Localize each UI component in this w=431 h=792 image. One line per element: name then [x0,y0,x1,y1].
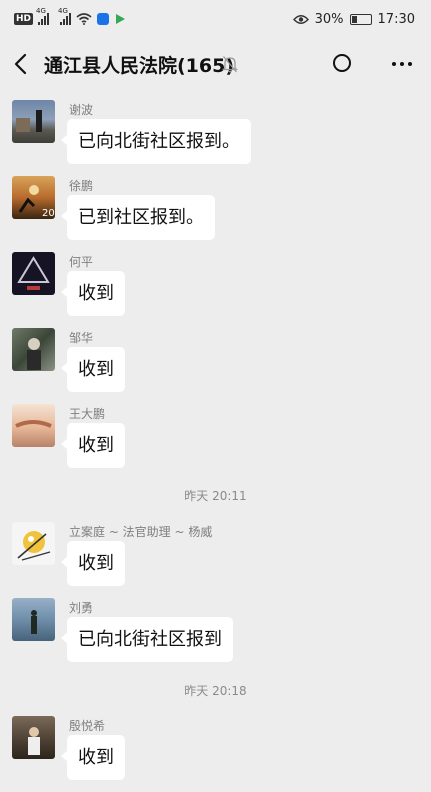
hd-badge: HD [14,13,34,25]
signal-icon: 4G [36,7,50,25]
message-bubble[interactable]: 已向北街社区报到。 [61,119,251,164]
message-bubble[interactable]: 收到 [61,541,125,586]
app-notification-icon [97,13,110,25]
sender-name: 殷悦希 [69,719,106,733]
status-time: 17:30 [377,11,415,27]
message-bubble[interactable]: 收到 [61,271,125,316]
mute-bell-icon [222,56,238,73]
avatar[interactable] [12,598,55,641]
wifi-icon [76,13,92,25]
avatar[interactable]: 20 [12,176,55,219]
status-right: 30% 17:30 [292,11,415,27]
back-arrow-icon[interactable] [10,51,34,77]
chat-title: 通江县人民法院(165) [44,55,235,77]
svg-text:20: 20 [42,208,55,219]
eye-icon [292,14,309,24]
avatar[interactable] [12,252,55,295]
message-bubble[interactable]: 收到 [61,735,125,780]
battery-icon [349,13,372,25]
message-bubble[interactable]: 收到 [61,347,125,392]
voice-circle-icon[interactable] [332,53,352,73]
sender-name: 王大鹏 [69,407,106,421]
sender-name: 何平 [69,255,94,269]
avatar[interactable] [12,522,55,565]
status-bar: HD 4G 4G 30% 17:30 [0,0,431,38]
play-icon [116,14,126,24]
avatar[interactable] [12,328,55,371]
chat-header: 通江县人民法院(165) [0,38,431,90]
sender-name: 徐鹏 [69,179,94,193]
avatar[interactable] [12,716,55,759]
sender-name: 邹华 [69,331,94,345]
battery-percent: 30% [314,11,344,27]
message-bubble[interactable]: 收到 [61,423,125,468]
avatar[interactable] [12,100,55,143]
sender-name: 立案庭 ~ 法官助理 ~ 杨威 [69,525,213,539]
more-options-icon[interactable] [390,54,414,74]
timestamp: 昨天 20:18 [184,684,247,698]
sender-name: 谢波 [69,103,94,117]
status-left: HD 4G 4G [14,7,126,25]
message-bubble[interactable]: 已向北街社区报到 [61,617,233,662]
signal-icon: 4G [58,7,72,25]
timestamp: 昨天 20:11 [184,489,247,503]
avatar[interactable] [12,404,55,447]
message-bubble[interactable]: 已到社区报到。 [61,195,215,240]
sender-name: 刘勇 [69,601,94,615]
